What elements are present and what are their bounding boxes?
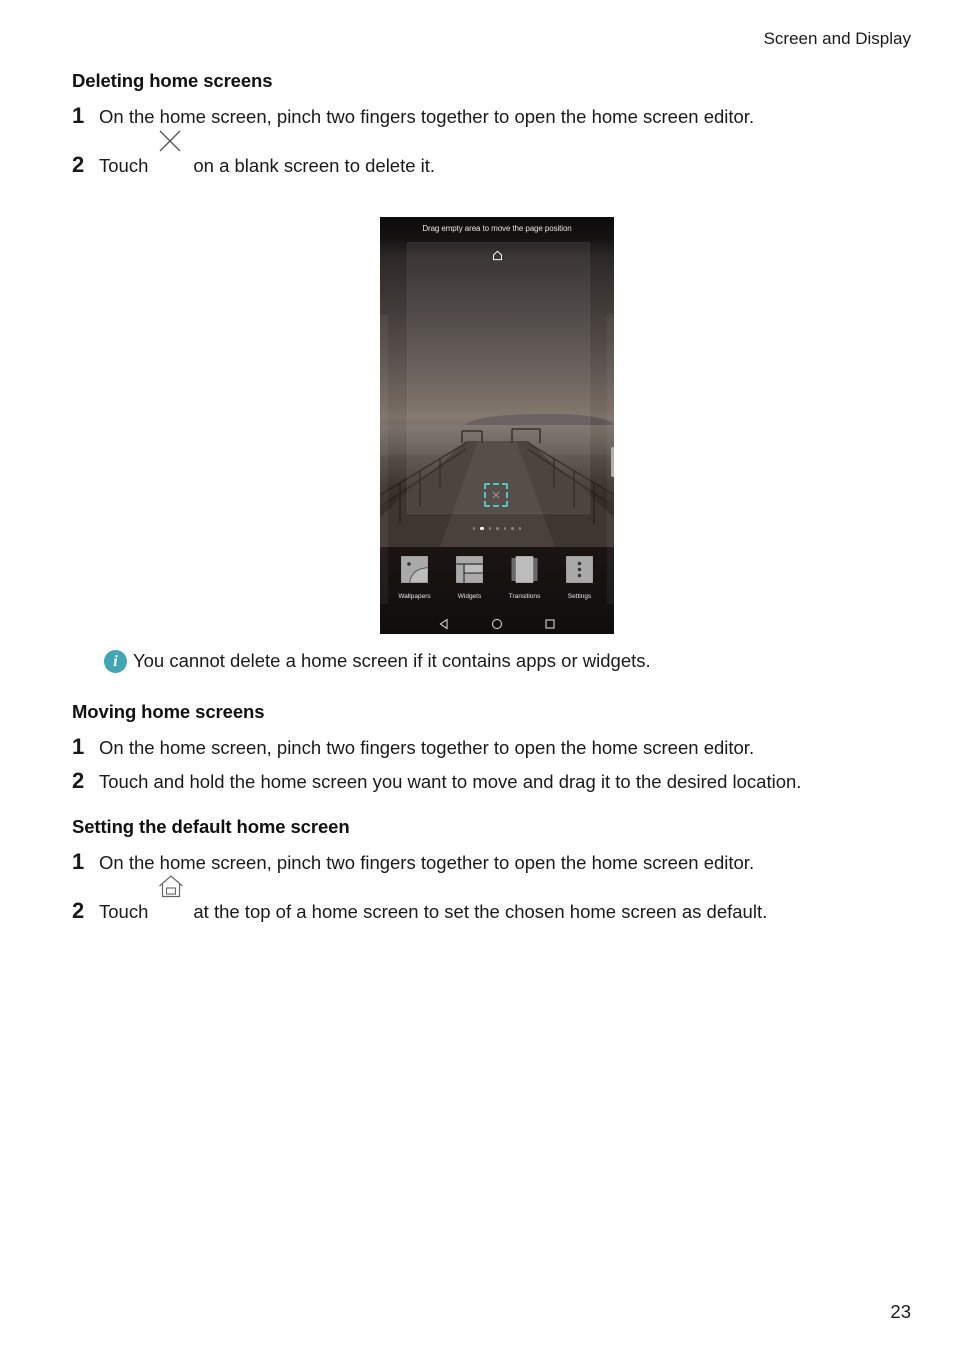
page-indicator xyxy=(380,526,614,530)
page-dot[interactable] xyxy=(518,527,522,530)
menu-item-widgets[interactable]: Widgets xyxy=(444,556,496,600)
running-header: Screen and Display xyxy=(763,29,911,48)
page-dot[interactable] xyxy=(496,527,499,530)
step-text-before: Touch xyxy=(99,155,149,176)
recents-button[interactable] xyxy=(542,617,559,630)
step-text: On the home screen, pinch two fingers to… xyxy=(99,737,755,758)
back-icon xyxy=(439,618,448,629)
step-number: 1 xyxy=(72,103,85,128)
page-dot[interactable] xyxy=(511,527,514,530)
home-nav-button[interactable] xyxy=(489,617,506,630)
default-step-2: 2 Touch at the top of a home screen to s… xyxy=(72,875,768,924)
note-text: You cannot delete a home screen if it co… xyxy=(133,649,651,671)
menu-label: Transitions xyxy=(508,593,541,600)
close-x-icon xyxy=(492,491,500,499)
default-step-1: 1 On the home screen, pinch two fingers … xyxy=(72,849,754,875)
widgets-icon xyxy=(456,556,483,583)
step-text: On the home screen, pinch two fingers to… xyxy=(99,852,755,873)
section-heading-moving: Moving home screens xyxy=(72,701,265,722)
section-heading-deleting: Deleting home screens xyxy=(72,70,273,91)
close-x-icon xyxy=(157,130,183,172)
section-heading-default: Setting the default home screen xyxy=(72,816,350,837)
step-text-before: Touch xyxy=(99,901,149,922)
step-number: 2 xyxy=(72,152,85,177)
adjacent-page-edge xyxy=(611,447,614,477)
menu-item-settings[interactable]: Settings xyxy=(554,556,606,600)
home-screen-page[interactable] xyxy=(407,242,590,514)
moving-step-1: 1 On the home screen, pinch two fingers … xyxy=(72,734,754,760)
step-number: 2 xyxy=(72,898,85,923)
menu-label: Settings xyxy=(567,593,592,600)
step-text: Touch at the top of a home screen to set… xyxy=(99,875,768,923)
home-nav-icon xyxy=(492,618,502,629)
step-number: 1 xyxy=(72,734,85,759)
page-dot[interactable] xyxy=(472,527,476,530)
deleting-step-2: 2 Touch on a blank screen to delete it. xyxy=(72,130,436,178)
step-text: Touch on a blank screen to delete it. xyxy=(99,130,436,177)
recents-icon xyxy=(545,619,555,628)
transitions-icon xyxy=(511,556,538,583)
set-default-home-icon[interactable] xyxy=(492,248,503,266)
navigation-bar xyxy=(380,617,614,630)
menu-label: Wallpapers xyxy=(398,593,431,600)
note: i You cannot delete a home screen if it … xyxy=(104,648,651,673)
back-button[interactable] xyxy=(436,617,453,630)
editor-menu: Wallpapers Widgets Transitions Settings xyxy=(380,556,614,600)
page-dot[interactable] xyxy=(488,527,492,530)
info-icon: i xyxy=(104,650,127,673)
settings-icon xyxy=(566,556,593,583)
wallpapers-icon xyxy=(401,556,428,583)
menu-item-transitions[interactable]: Transitions xyxy=(499,556,551,600)
step-text: On the home screen, pinch two fingers to… xyxy=(99,106,755,127)
page-dot-active[interactable] xyxy=(480,526,484,530)
step-text-after: on a blank screen to delete it. xyxy=(193,155,436,176)
moving-step-2: 2 Touch and hold the home screen you wan… xyxy=(72,768,801,794)
page-number: 23 xyxy=(890,1301,911,1322)
step-text: Touch and hold the home screen you want … xyxy=(99,771,802,792)
menu-item-wallpapers[interactable]: Wallpapers xyxy=(389,556,441,600)
page-dot[interactable] xyxy=(503,527,507,530)
menu-label: Widgets xyxy=(457,593,482,600)
deleting-step-1: 1 On the home screen, pinch two fingers … xyxy=(72,103,754,129)
home-screen-editor-screenshot: Drag empty area to move the page positio… xyxy=(380,217,614,634)
delete-page-button[interactable] xyxy=(484,483,508,507)
step-number: 2 xyxy=(72,768,85,793)
home-icon xyxy=(157,875,184,918)
step-number: 1 xyxy=(72,849,85,874)
step-text-after: at the top of a home screen to set the c… xyxy=(193,901,768,922)
editor-hint-text: Drag empty area to move the page positio… xyxy=(422,224,572,233)
